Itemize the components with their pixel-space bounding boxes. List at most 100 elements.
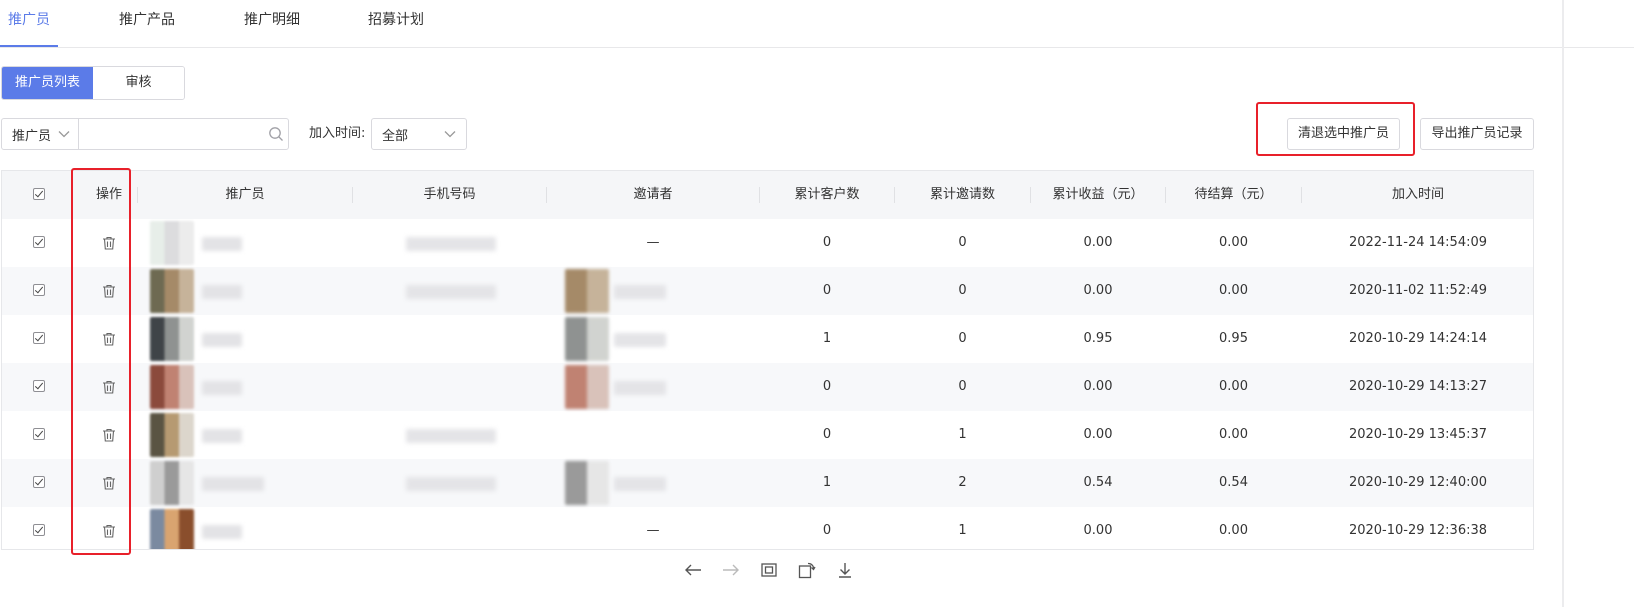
column-header: 加入时间 [1391, 187, 1444, 202]
promoter-name [202, 381, 242, 395]
invites-cell: 1 [958, 427, 967, 442]
earnings-cell: 0.00 [1083, 283, 1113, 298]
row-checkbox[interactable] [33, 476, 45, 488]
customers-cell: 0 [822, 283, 832, 298]
joined-cell: 2020-11-02 11:52:49 [1348, 283, 1488, 298]
column-header: 累计客户数 [794, 187, 860, 202]
tab-promotion-details[interactable]: 推广明细 [244, 0, 300, 46]
column-header: 推广员 [225, 187, 265, 202]
inviter-cell: — [646, 235, 660, 250]
fit-screen-icon[interactable] [759, 560, 779, 580]
trash-icon[interactable] [102, 380, 116, 394]
row-checkbox[interactable] [33, 524, 45, 536]
earnings-cell: 0.95 [1083, 331, 1113, 346]
rotate-icon[interactable] [797, 560, 817, 580]
tab-promoted-products[interactable]: 推广产品 [119, 0, 175, 46]
table-row: 1 2 0.54 0.54 2020-10-29 12:40:00 [2, 459, 1533, 507]
promoter-name [202, 429, 242, 443]
table-row: 0 0 0.00 0.00 2020-10-29 14:13:27 [2, 363, 1533, 411]
row-checkbox[interactable] [33, 236, 45, 248]
arrow-left-icon[interactable] [683, 560, 703, 580]
select-all-checkbox[interactable] [33, 188, 45, 200]
joined-cell: 2020-10-29 14:24:14 [1348, 331, 1488, 346]
row-checkbox[interactable] [33, 284, 45, 296]
join-time-select[interactable]: 全部 [371, 118, 467, 150]
chevron-down-icon [444, 127, 456, 142]
promoter-list-button[interactable]: 推广员列表 [2, 67, 93, 99]
join-time-label: 加入时间: [309, 126, 366, 141]
customers-cell: 0 [822, 235, 832, 250]
earnings-cell: 0.00 [1083, 523, 1113, 538]
earnings-cell: 0.54 [1083, 475, 1113, 490]
trash-icon[interactable] [102, 428, 116, 442]
column-header: 累计收益（元） [1052, 187, 1144, 202]
table-row: — 0 1 0.00 0.00 2020-10-29 12:36:38 [2, 507, 1533, 549]
view-switch: 推广员列表 审核 [1, 66, 185, 100]
inviter-avatar [565, 317, 609, 361]
joined-cell: 2020-10-29 12:36:38 [1348, 523, 1488, 538]
joined-cell: 2020-10-29 12:40:00 [1348, 475, 1488, 490]
customers-cell: 1 [822, 331, 832, 346]
chevron-down-icon [58, 127, 70, 142]
table-row: — 0 0 0.00 0.00 2022-11-24 14:54:09 [2, 219, 1533, 267]
search-type-value: 推广员 [12, 128, 52, 144]
promoter-table: 操作 推广员 手机号码 邀请者 累计客户数 累计邀请数 累计收益（元） 待结算（… [1, 170, 1534, 550]
clear-selected-promoters-button[interactable]: 清退选中推广员 [1287, 118, 1400, 150]
pending-cell: 0.00 [1219, 283, 1248, 298]
tab-recruitment-plan[interactable]: 招募计划 [368, 0, 424, 46]
scrollbar-track[interactable] [1562, 0, 1564, 607]
column-header: 累计邀请数 [929, 187, 995, 202]
promoter-avatar [150, 221, 194, 265]
pending-cell: 0.00 [1219, 427, 1248, 442]
column-header: 操作 [95, 187, 122, 202]
trash-icon[interactable] [102, 524, 116, 538]
inviter-name [614, 381, 666, 395]
earnings-cell: 0.00 [1083, 379, 1113, 394]
earnings-cell: 0.00 [1083, 235, 1113, 250]
row-checkbox[interactable] [33, 428, 45, 440]
download-icon[interactable] [835, 560, 855, 580]
search-icon[interactable] [265, 119, 288, 149]
inviter-avatar [565, 269, 609, 313]
trash-icon[interactable] [102, 284, 116, 298]
search-type-select[interactable]: 推广员 [2, 119, 79, 149]
search-input[interactable] [78, 119, 265, 149]
promoter-avatar [150, 269, 194, 313]
invites-cell: 1 [958, 523, 967, 538]
trash-icon[interactable] [102, 332, 116, 346]
joined-cell: 2020-10-29 14:13:27 [1348, 379, 1488, 394]
pending-cell: 0.00 [1219, 379, 1248, 394]
phone-number [406, 285, 496, 299]
promoter-avatar [150, 509, 194, 549]
invites-cell: 0 [958, 235, 967, 250]
table-row: 0 0 0.00 0.00 2020-11-02 11:52:49 [2, 267, 1533, 315]
joined-cell: 2020-10-29 13:45:37 [1348, 427, 1488, 442]
inviter-name [614, 333, 666, 347]
customers-cell: 0 [822, 427, 832, 442]
tab-promoter[interactable]: 推广员 [0, 0, 58, 47]
join-time-value: 全部 [382, 128, 409, 144]
trash-icon[interactable] [102, 476, 116, 490]
phone-number [406, 429, 496, 443]
customers-cell: 0 [822, 523, 832, 538]
phone-number [406, 477, 496, 491]
promoter-name [202, 333, 242, 347]
arrow-right-icon[interactable] [721, 560, 741, 580]
invites-cell: 2 [958, 475, 967, 490]
promoter-avatar [150, 413, 194, 457]
pending-cell: 0.00 [1219, 235, 1248, 250]
row-checkbox[interactable] [33, 332, 45, 344]
top-tabs: 推广员 推广产品 推广明细 招募计划 [0, 0, 1634, 48]
promoter-avatar [150, 317, 194, 361]
inviter-avatar [565, 365, 609, 409]
export-promoter-records-button[interactable]: 导出推广员记录 [1420, 118, 1534, 150]
column-header: 待结算（元） [1194, 187, 1273, 202]
column-header: 手机号码 [423, 187, 476, 202]
row-checkbox[interactable] [33, 380, 45, 392]
table-row: 1 0 0.95 0.95 2020-10-29 14:24:14 [2, 315, 1533, 363]
pending-cell: 0.00 [1219, 523, 1248, 538]
promoter-avatar [150, 365, 194, 409]
phone-number [406, 237, 496, 251]
review-button[interactable]: 审核 [93, 67, 184, 99]
trash-icon[interactable] [102, 236, 116, 250]
